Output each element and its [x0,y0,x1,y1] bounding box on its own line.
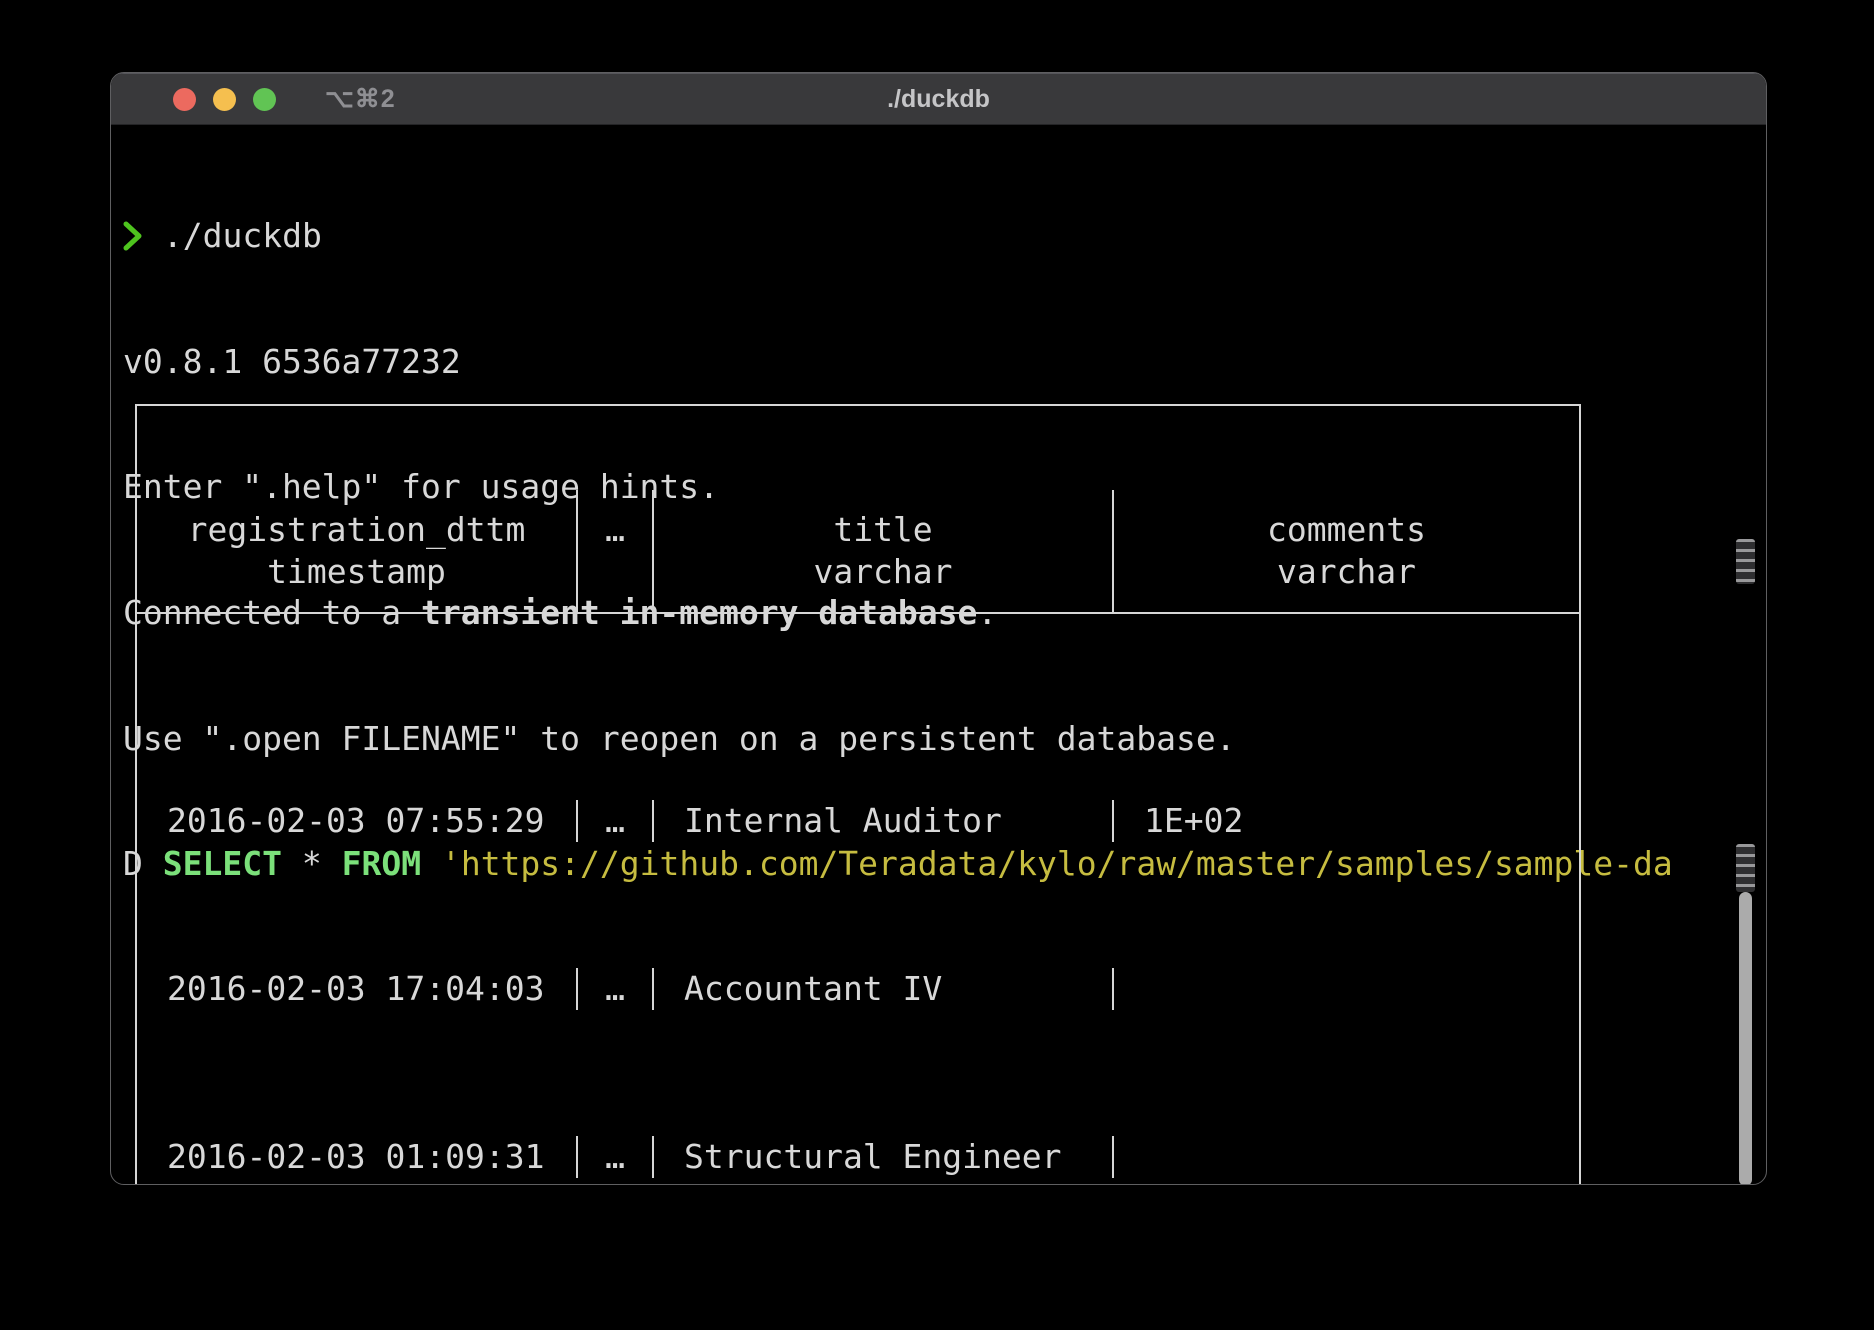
close-button[interactable] [173,88,196,111]
cell-comments: 1E+02 [1114,800,1579,842]
terminal-window: ⌥⌘2 ./duckdb ./duckdb v0.8.1 6536a77232 … [110,72,1767,1185]
column-header-registration-dttm: registration_dttmtimestamp [137,490,578,612]
table-row: 2016-02-03 01:09:31 … Structural Enginee… [137,1136,1579,1178]
cell-ellipsis: … [578,800,654,842]
prompt-line: ./duckdb [123,215,1746,257]
scrollbar-texture-upper [1736,539,1755,584]
cell-registration-dttm: 2016-02-03 17:04:03 [137,968,578,1010]
cell-ellipsis: … [578,968,654,1010]
cell-ellipsis: … [578,1136,654,1178]
prompt-command: ./duckdb [143,216,322,255]
cell-title: Accountant IV [654,968,1114,1010]
cell-registration-dttm: 2016-02-03 07:55:29 [137,800,578,842]
titlebar[interactable]: ⌥⌘2 ./duckdb [111,73,1766,125]
prompt-chevron-icon [123,221,143,251]
cell-registration-dttm: 2016-02-03 01:09:31 [137,1136,578,1178]
result-table: registration_dttmtimestamp … titlevarcha… [135,404,1581,1185]
table-row: 2016-02-03 17:04:03 … Accountant IV [137,968,1579,1010]
cell-comments [1114,1136,1579,1178]
cell-comments [1114,968,1579,1010]
tab-shortcut-label: ⌥⌘2 [325,73,396,125]
version-line: v0.8.1 6536a77232 [123,341,1746,383]
cell-title: Internal Auditor [654,800,1114,842]
window-title: ./duckdb [887,73,990,125]
column-header-ellipsis: … [578,490,654,612]
scrollbar-thumb[interactable] [1739,892,1752,1185]
minimize-button[interactable] [213,88,236,111]
column-header-comments: commentsvarchar [1114,490,1579,612]
traffic-lights [173,73,276,125]
zoom-button[interactable] [253,88,276,111]
scrollbar-texture-lower [1736,844,1755,892]
table-row: 2016-02-03 07:55:29 … Internal Auditor 1… [137,800,1579,842]
cell-title: Structural Engineer [654,1136,1114,1178]
result-table-header: registration_dttmtimestamp … titlevarcha… [137,490,1579,614]
column-header-title: titlevarchar [654,490,1114,612]
result-table-body: 2016-02-03 07:55:29 … Internal Auditor 1… [137,698,1579,1185]
